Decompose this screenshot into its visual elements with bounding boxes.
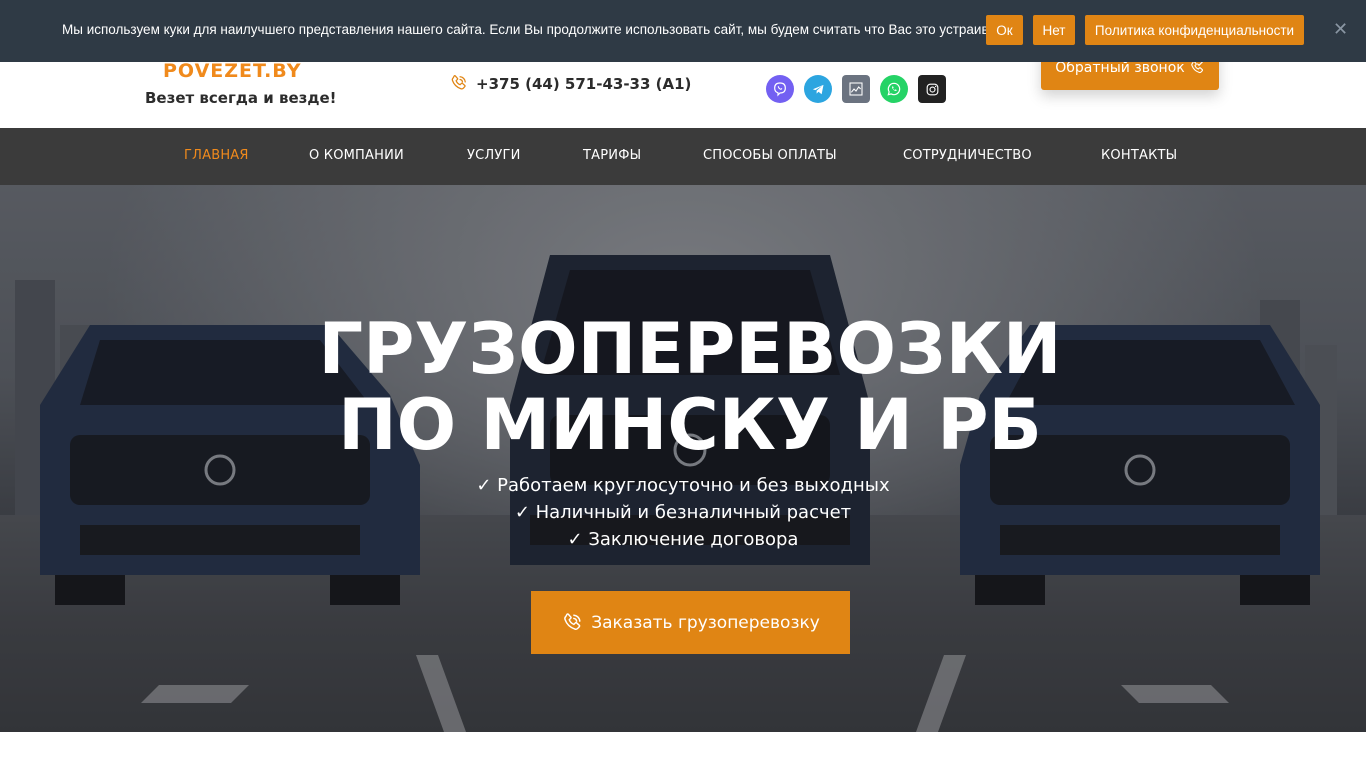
nav-item-home[interactable]: ГЛАВНАЯ (184, 148, 249, 163)
hero-feature-item: ✓ Наличный и безналичный расчет (514, 502, 852, 523)
chart-icon[interactable] (842, 75, 870, 103)
instagram-icon[interactable] (918, 75, 946, 103)
hero-feature-item: ✓ Работаем круглосуточно и без выходных (476, 475, 890, 496)
cookie-accept-button[interactable]: Ок (986, 15, 1023, 45)
nav-item-contacts[interactable]: КОНТАКТЫ (1101, 148, 1177, 163)
phone-icon (564, 612, 581, 630)
hero-feature-item: ✓ Заключение договора (567, 529, 799, 550)
phone-icon (451, 75, 466, 90)
viber-icon[interactable] (766, 75, 794, 103)
site-tagline: Везет всегда и везде! (145, 89, 337, 107)
site-logo[interactable]: POVEZET.BY (163, 60, 302, 82)
privacy-policy-button[interactable]: Политика конфиденциальности (1085, 15, 1304, 45)
order-button-label: Заказать грузоперевозку (591, 612, 820, 633)
hero-banner: ГРУЗОПЕРЕВОЗКИ ПО МИНСКУ И РБ ✓ Работаем… (0, 185, 1366, 732)
phone-contact[interactable]: +375 (44) 571-43-33 (A1) (449, 74, 691, 93)
nav-item-about[interactable]: О КОМПАНИИ (309, 148, 404, 163)
telegram-icon[interactable] (804, 75, 832, 103)
phone-number[interactable]: +375 (44) 571-43-33 (A1) (476, 75, 691, 93)
callback-button-label: Обратный звонок (1055, 60, 1185, 76)
nav-item-cooperation[interactable]: СОТРУДНИЧЕСТВО (903, 148, 1032, 163)
whatsapp-icon[interactable] (880, 75, 908, 103)
hero-title-line2: ПО МИНСКУ И РБ (338, 384, 1042, 466)
main-nav: ГЛАВНАЯ О КОМПАНИИ УСЛУГИ ТАРИФЫ СПОСОБЫ… (0, 128, 1366, 185)
nav-item-services[interactable]: УСЛУГИ (467, 148, 521, 163)
hero-features: ✓ Работаем круглосуточно и без выходных … (0, 472, 1366, 553)
social-links (766, 75, 946, 103)
cookie-notice-text: Мы используем куки для наилучшего предст… (62, 22, 1012, 37)
hero-title-line1: ГРУЗОПЕРЕВОЗКИ (318, 308, 1062, 390)
hero-title: ГРУЗОПЕРЕВОЗКИ ПО МИНСКУ И РБ (0, 311, 1366, 463)
nav-item-tariffs[interactable]: ТАРИФЫ (583, 148, 641, 163)
order-transport-button[interactable]: Заказать грузоперевозку (531, 591, 850, 654)
phone-check-icon (1191, 60, 1203, 74)
cookie-decline-button[interactable]: Нет (1033, 15, 1075, 45)
close-icon[interactable]: ✕ (1333, 21, 1348, 39)
nav-item-payment[interactable]: СПОСОБЫ ОПЛАТЫ (703, 148, 837, 163)
cookie-notice: Мы используем куки для наилучшего предст… (0, 0, 1366, 62)
